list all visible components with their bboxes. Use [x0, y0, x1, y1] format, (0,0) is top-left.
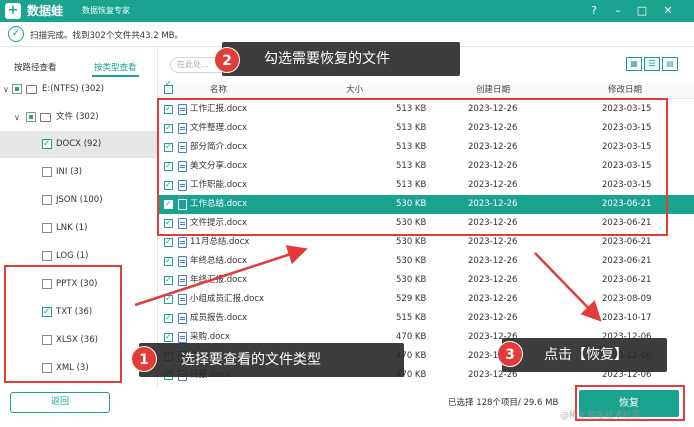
- watermark: @稀土掘金技术社区: [560, 411, 642, 421]
- callout-step-2: 勾选需要恢复的文件: [222, 42, 460, 76]
- arrow-to-file-list: [134, 245, 308, 307]
- step-3-badge: 3: [497, 341, 523, 367]
- arrow-to-restore: [534, 252, 602, 322]
- callout-step-3: 点击【恢复】: [502, 338, 667, 372]
- callout-step-1: 选择要查看的文件类型: [139, 343, 404, 377]
- step-1-badge: 1: [131, 346, 157, 372]
- step-2-badge: 2: [214, 47, 240, 73]
